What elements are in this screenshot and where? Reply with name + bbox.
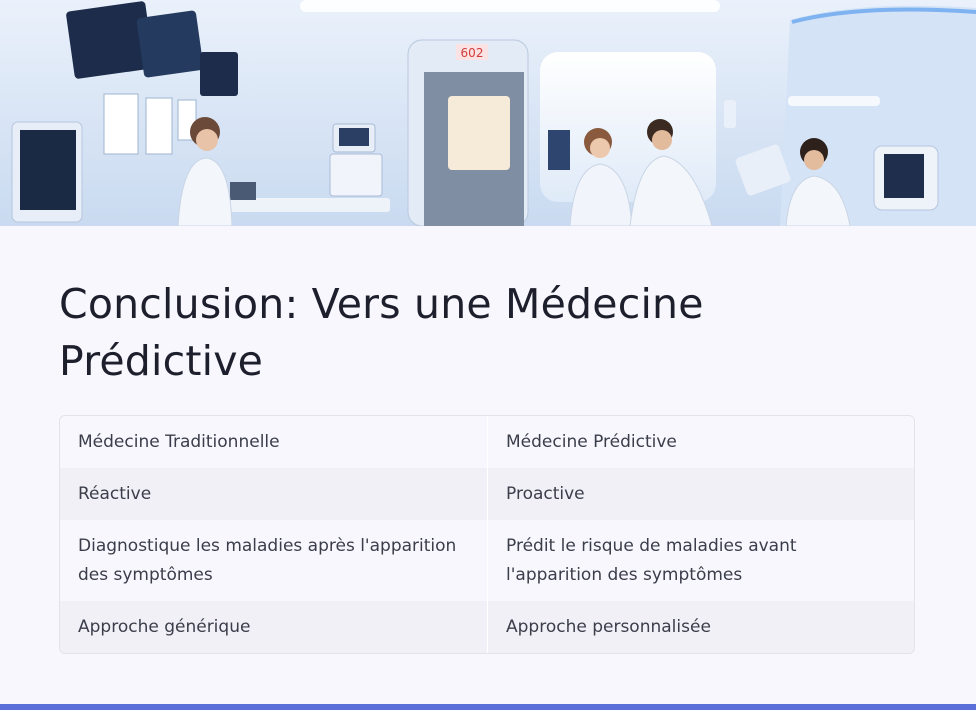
table-cell: Diagnostique les maladies après l'appari… (78, 535, 457, 585)
table-cell: Approche personnalisée (487, 601, 914, 653)
table-cell: Prédit le risque de maladies avant l'app… (487, 520, 914, 601)
table-row: Diagnostique les maladies après l'appari… (60, 520, 914, 601)
table-row: Réactive Proactive (60, 468, 914, 520)
hero-image: 602 (0, 0, 976, 226)
page-title: Conclusion: Vers une Médecine Prédictive (59, 280, 704, 385)
table-cell: Réactive (78, 483, 152, 504)
table-row: Médecine Traditionnelle Médecine Prédict… (60, 416, 914, 468)
door-sign: 602 (461, 46, 484, 60)
table-cell: Médecine Prédictive (487, 416, 914, 468)
table-row: Approche générique Approche personnalisé… (60, 601, 914, 653)
table-cell: Médecine Traditionnelle (78, 431, 280, 452)
table-cell: Approche générique (78, 616, 251, 637)
table-cell: Proactive (487, 468, 914, 520)
slide: 602 Conclusion: Vers une Médecine Prédic… (0, 0, 976, 704)
comparison-table: Médecine Traditionnelle Médecine Prédict… (59, 415, 915, 654)
bottom-accent-bar (0, 704, 976, 710)
